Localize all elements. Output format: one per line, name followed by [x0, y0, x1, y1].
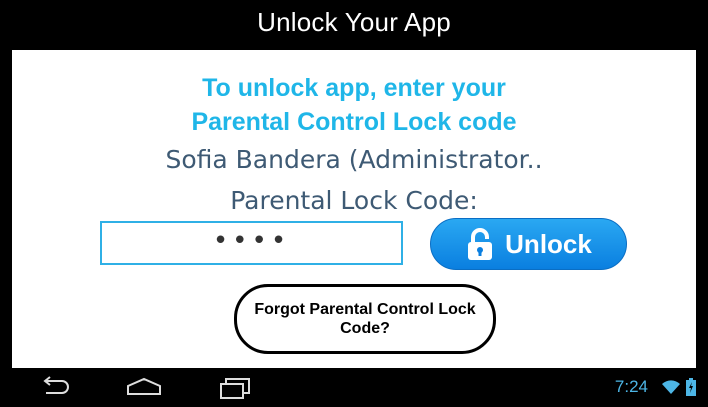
instruction-heading-line1: To unlock app, enter your — [202, 74, 506, 102]
padlock-icon — [468, 228, 493, 260]
unlock-button-label: Unlock — [505, 228, 592, 259]
instruction-heading-line2: Parental Control Lock code — [191, 108, 517, 136]
page-title: Unlock Your App — [257, 6, 451, 37]
back-icon[interactable] — [38, 376, 72, 398]
battery-icon — [686, 378, 696, 396]
unlock-panel: To unlock app, enter your Parental Contr… — [12, 50, 696, 368]
clock: 7:24 — [614, 377, 648, 396]
lock-code-input[interactable]: •••• — [100, 221, 403, 265]
user-name: Sofia Bandera (Administrator.. — [165, 145, 543, 174]
title-bar: Unlock Your App — [0, 0, 708, 50]
forgot-code-label: Forgot Parental Control Lock Code? — [254, 301, 476, 337]
wifi-icon — [662, 380, 680, 394]
unlock-button[interactable]: Unlock — [430, 218, 627, 270]
code-label: Parental Lock Code: — [230, 186, 478, 215]
recent-apps-icon[interactable] — [218, 376, 252, 400]
forgot-code-button[interactable]: Forgot Parental Control Lock Code? — [234, 284, 496, 354]
status-bar: 7:24 — [615, 377, 696, 397]
home-icon[interactable] — [126, 376, 162, 398]
system-nav-bar: 7:24 — [0, 368, 708, 407]
lock-code-value: •••• — [212, 226, 291, 256]
